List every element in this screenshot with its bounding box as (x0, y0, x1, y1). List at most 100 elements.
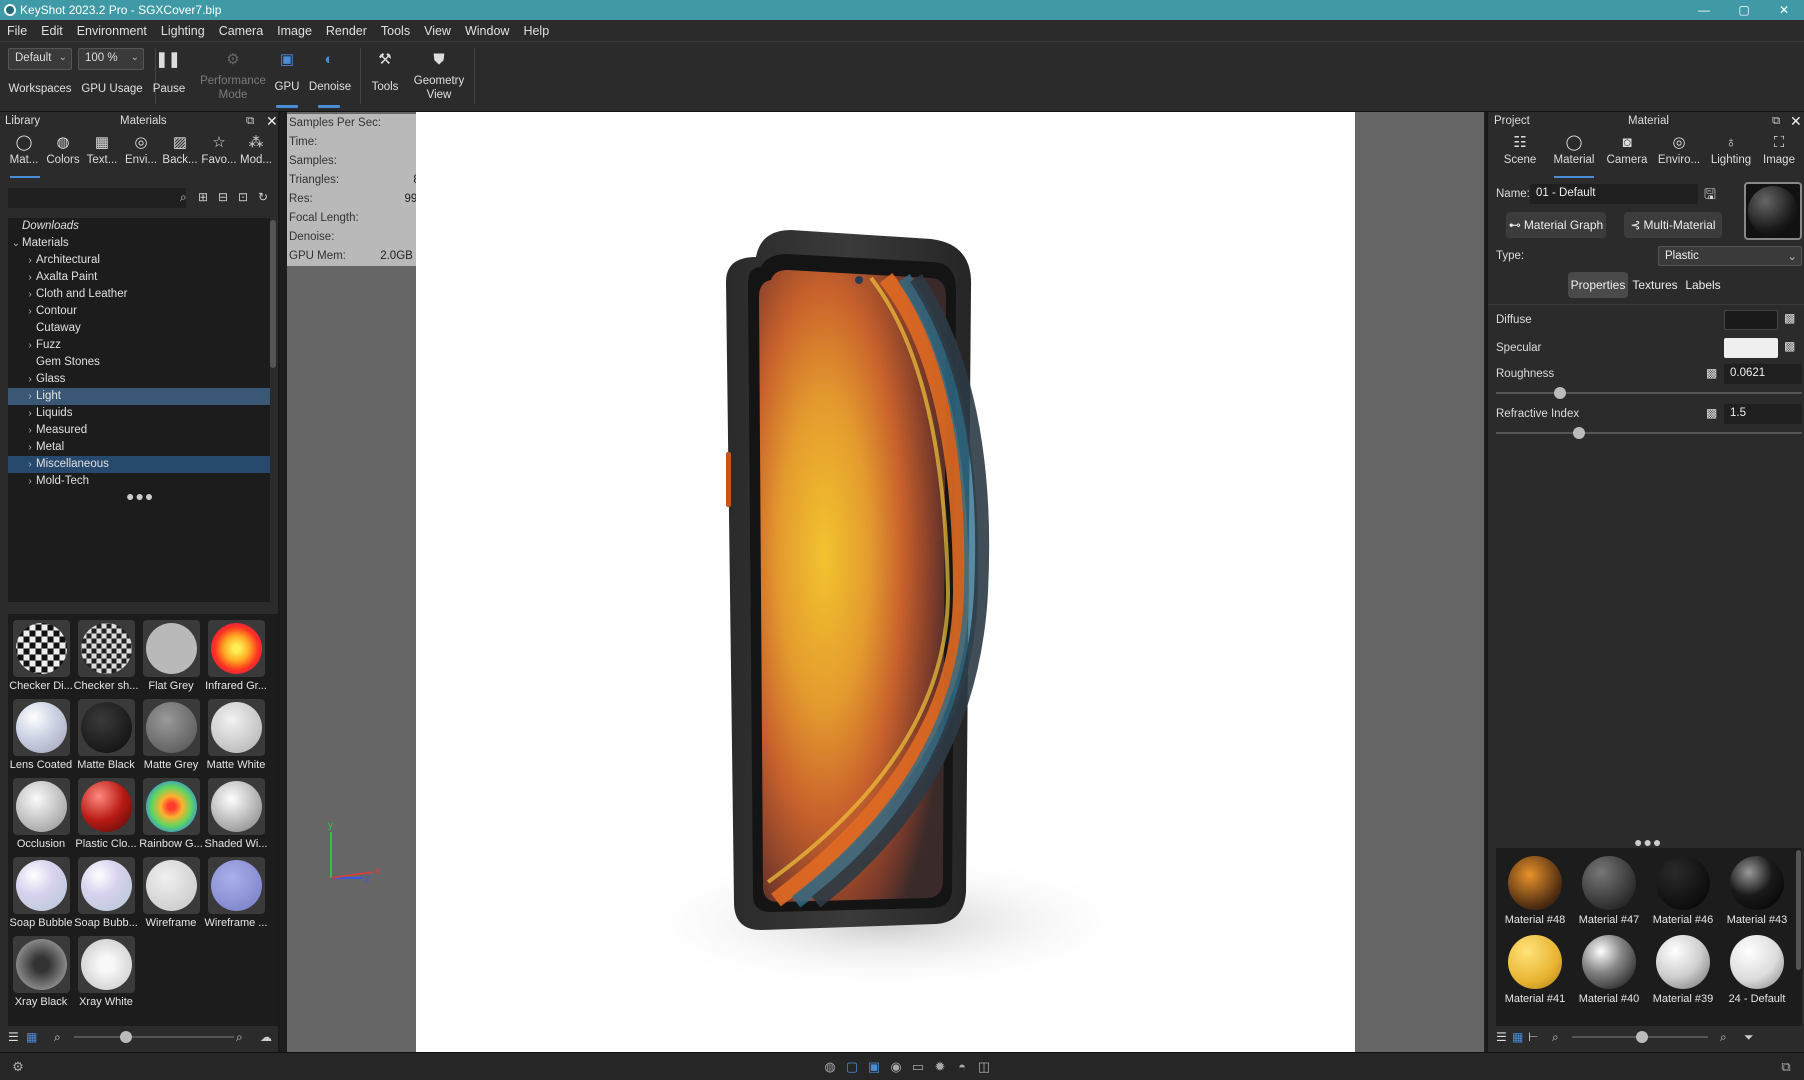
tree-item[interactable]: › Cloth and Leather (8, 286, 270, 303)
performance-mode-icon[interactable]: ⚙ (222, 48, 244, 70)
material-thumbnail[interactable]: Flat Grey (140, 618, 202, 696)
specular-color-swatch[interactable] (1724, 338, 1778, 358)
tab-textures[interactable]: ▦ Text... (84, 132, 120, 166)
chevron-right-icon[interactable]: › (24, 269, 36, 286)
chevron-right-icon[interactable]: › (24, 286, 36, 303)
render-canvas[interactable] (416, 112, 1355, 1052)
close-button[interactable]: ✕ (1764, 0, 1804, 20)
performance-mode-button[interactable]: Performance Mode (196, 74, 270, 102)
gpu-button[interactable]: GPU (270, 80, 304, 94)
chevron-right-icon[interactable]: › (24, 252, 36, 269)
region-icon[interactable]: ▣ (866, 1059, 882, 1075)
material-thumbnail[interactable]: Xray Black (10, 934, 72, 1012)
material-thumbnail[interactable]: Wireframe ... (205, 855, 267, 933)
close-icon[interactable]: ✕ (1790, 113, 1802, 130)
denoise-icon[interactable]: ◐ (318, 48, 340, 70)
chevron-right-icon[interactable]: › (24, 388, 36, 405)
close-icon[interactable]: ✕ (266, 113, 278, 130)
tree-item[interactable]: › Fuzz (8, 337, 270, 354)
chevron-right-icon[interactable]: › (24, 371, 36, 388)
tree-item[interactable]: › Liquids (8, 405, 270, 422)
layout-icon[interactable]: ▢ (844, 1059, 860, 1075)
pause-icon[interactable]: ❚❚ (155, 48, 180, 70)
menu-tools[interactable]: Tools (374, 24, 417, 38)
slider-knob[interactable] (1636, 1031, 1648, 1043)
material-thumbnail[interactable]: Xray White (75, 934, 137, 1012)
material-thumbnail[interactable]: Rainbow G... (139, 776, 203, 854)
search-icon[interactable]: ⌕ (180, 190, 187, 205)
scene-material-thumbnail[interactable]: Material #41 (1500, 931, 1570, 1009)
menu-environment[interactable]: Environment (70, 24, 154, 38)
zoom-out-icon[interactable]: ⌕ (1552, 1030, 1559, 1045)
list-view-icon[interactable]: ☰ (1496, 1030, 1507, 1044)
splitter-dots-icon[interactable]: ●●● (126, 488, 154, 504)
screenshot-icon[interactable]: ◫ (976, 1059, 992, 1075)
tab-labels[interactable]: Labels (1680, 272, 1726, 298)
menu-edit[interactable]: Edit (34, 24, 70, 38)
tab-image[interactable]: ⛶ Image (1756, 132, 1802, 166)
material-thumbnail[interactable]: Checker sh... (74, 618, 138, 696)
menu-camera[interactable]: Camera (212, 24, 270, 38)
tools-button[interactable]: Tools (364, 80, 406, 94)
refractive-index-slider-knob[interactable] (1572, 427, 1585, 439)
menu-view[interactable]: View (417, 24, 458, 38)
tree-item[interactable]: › Light (8, 388, 270, 405)
material-preview[interactable] (1744, 182, 1802, 240)
tree-item[interactable]: › Metal (8, 439, 270, 456)
grid-view-icon[interactable]: ▦ (1512, 1030, 1523, 1044)
tab-properties[interactable]: Properties (1568, 272, 1628, 298)
material-thumbnail[interactable]: Wireframe (140, 855, 202, 933)
tab-environments[interactable]: ◎ Envi... (123, 132, 159, 166)
material-thumbnail[interactable]: Matte Black (75, 697, 137, 775)
refresh-icon[interactable]: ↻ (258, 190, 268, 204)
tree-item[interactable]: › Glass (8, 371, 270, 388)
refractive-index-slider[interactable] (1496, 432, 1802, 434)
grid-view-icon[interactable]: ▦ (26, 1030, 37, 1044)
network-icon[interactable]: ◍ (822, 1059, 838, 1075)
zoom-in-icon[interactable]: ⌕ (236, 1030, 243, 1045)
scene-material-thumbnail[interactable]: Material #48 (1500, 852, 1570, 930)
material-thumbnail[interactable]: Occlusion (10, 776, 72, 854)
texture-map-icon[interactable]: ▩ (1784, 311, 1795, 325)
folder-export-icon[interactable]: ⊡ (238, 190, 248, 204)
maximize-button[interactable]: ▢ (1724, 0, 1764, 20)
settings-icon[interactable]: ⚙ (10, 1059, 26, 1075)
material-thumbnail[interactable]: Matte White (205, 697, 267, 775)
slider-knob[interactable] (120, 1031, 132, 1043)
tab-scene[interactable]: ☷ Scene (1498, 132, 1542, 166)
menu-help[interactable]: Help (516, 24, 556, 38)
texture-map-icon[interactable]: ▩ (1784, 339, 1795, 353)
material-thumbnail[interactable]: Plastic Clo... (75, 776, 137, 854)
material-thumbnail[interactable]: Matte Grey (140, 697, 202, 775)
list-view-icon[interactable]: ☰ (8, 1030, 19, 1044)
chevron-down-icon[interactable]: ⌄ (10, 235, 22, 252)
tab-camera[interactable]: ◙ Camera (1602, 132, 1652, 166)
tree-item[interactable]: Cutaway (8, 320, 270, 337)
chevron-right-icon[interactable]: › (24, 473, 36, 490)
type-select[interactable]: Plastic ⌄ (1658, 246, 1802, 266)
workspaces-label[interactable]: Workspaces (6, 82, 74, 96)
gpu-icon[interactable]: ▣ (276, 48, 298, 70)
tree-item[interactable]: › Contour (8, 303, 270, 320)
save-icon[interactable]: 🖫 (1704, 184, 1716, 208)
tree-item[interactable]: › Miscellaneous (8, 456, 270, 473)
tab-models[interactable]: ⁂ Mod... (238, 132, 274, 166)
geometry-view-button[interactable]: Geometry View (406, 74, 472, 102)
scene-material-thumbnail[interactable]: Material #43 (1722, 852, 1792, 930)
scene-material-thumbnail[interactable]: Material #46 (1648, 852, 1718, 930)
tab-textures[interactable]: Textures (1630, 272, 1680, 298)
tree-scrollbar[interactable] (270, 220, 276, 368)
roughness-slider-knob[interactable] (1554, 387, 1566, 399)
scene-material-thumbnail[interactable]: 24 - Default (1722, 931, 1792, 1009)
tree-item[interactable]: Gem Stones (8, 354, 270, 371)
pause-button[interactable]: Pause (148, 82, 190, 96)
tools-icon[interactable]: ⚒ (374, 48, 396, 70)
material-thumbnail[interactable]: Checker Di... (9, 618, 73, 696)
geometry-view-icon[interactable]: ⛊ (428, 48, 450, 70)
material-thumbnail[interactable]: Infrared Gr... (205, 618, 267, 696)
zoom-in-icon[interactable]: ⌕ (1720, 1030, 1727, 1045)
menu-render[interactable]: Render (319, 24, 374, 38)
roughness-slider[interactable] (1496, 392, 1802, 394)
library-search-input[interactable] (8, 188, 186, 208)
vr-icon[interactable]: ◓ (954, 1059, 970, 1075)
